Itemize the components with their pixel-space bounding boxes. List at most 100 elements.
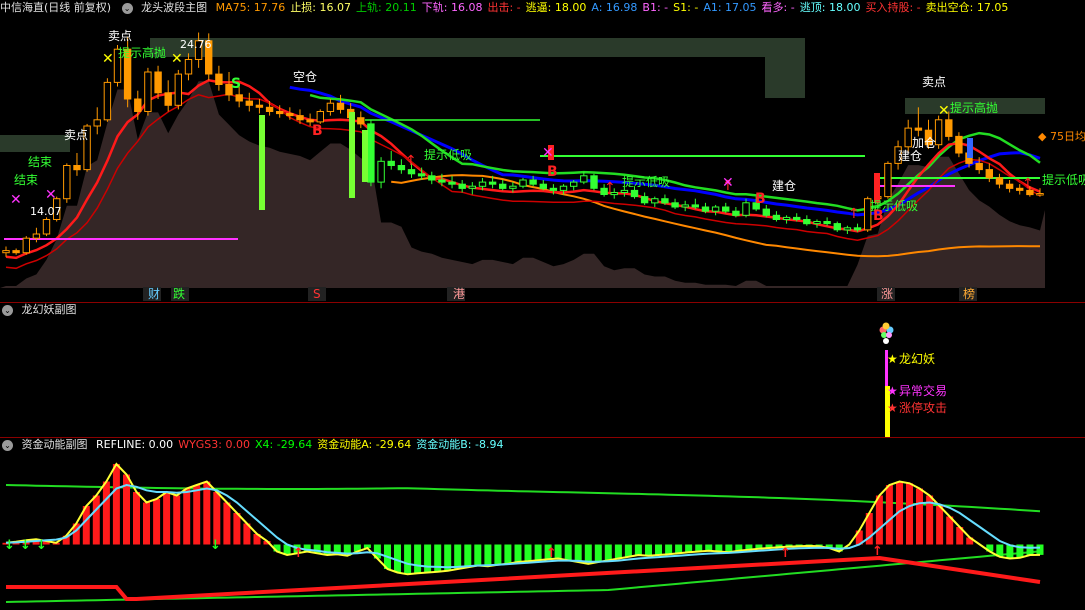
down-arrow-icon: ↓: [4, 538, 15, 553]
up-arrow-icon: ↑: [293, 546, 304, 561]
momentum-bar: [133, 492, 140, 545]
cross-marker-icon: ✕: [542, 145, 554, 161]
candle: [884, 162, 892, 198]
momentum-bar: [645, 544, 652, 556]
momentum-bar: [916, 488, 923, 545]
annotation-end2: 结束: [14, 173, 38, 187]
annotation-hint_low2: 提示低吸: [622, 174, 670, 189]
annotation-sell1: 卖点: [64, 128, 88, 142]
metric-value-8: -: [690, 1, 699, 14]
candle: [499, 183, 507, 189]
metric-value-0: 0.00: [145, 438, 174, 451]
event-tag: 榜: [963, 286, 975, 301]
annotation-build2: 建仓: [772, 179, 796, 193]
candle: [154, 71, 162, 94]
metric-2: 上轨:: [356, 1, 382, 14]
candle: [620, 189, 629, 193]
pressure-line: [6, 555, 1041, 601]
metric-value-4: -8.94: [471, 438, 504, 451]
event-tag: S: [313, 287, 321, 301]
collapse-sub1-icon[interactable]: ⌄: [2, 304, 13, 316]
momentum-bar: [223, 502, 231, 545]
metric-value-2: -29.64: [273, 438, 313, 451]
sub-chart-dragon-panel[interactable]: ⌄ 龙幻妖副图 ★ 龙幻妖 ★ 异常交易 ★ 涨停攻击: [0, 302, 1085, 437]
momentum-bar: [614, 544, 622, 559]
candle: [417, 173, 426, 177]
momentum-bar: [102, 481, 110, 545]
candle: [22, 237, 31, 254]
metric-value-2: 20.11: [381, 1, 417, 14]
momentum-bar: [464, 544, 472, 568]
metric-value-3: 16.08: [447, 1, 483, 14]
candle: [164, 92, 172, 106]
annotation-hint_low4: 提示低吸: [1042, 172, 1085, 187]
candle: [93, 119, 101, 127]
candle: [914, 127, 923, 131]
metric-4: 资金动能B:: [416, 438, 472, 451]
candle: [255, 104, 264, 108]
momentum-bar: [875, 495, 883, 545]
star-icon: ★: [887, 352, 898, 366]
down-arrow-icon: ↓: [20, 538, 31, 553]
momentum-bar: [474, 544, 482, 566]
candle: [286, 113, 294, 117]
sell-marker: S: [231, 76, 241, 92]
candle: [651, 198, 659, 204]
cross-marker-icon: ✕: [938, 103, 950, 119]
metric-6: A:: [591, 1, 603, 14]
momentum-bar: [594, 544, 602, 562]
metric-12: 买入持股:: [865, 1, 914, 14]
buy-marker: B: [873, 208, 884, 224]
collapse-main-icon[interactable]: ⌄: [121, 2, 133, 14]
candle: [681, 204, 689, 208]
sub2-metrics: REFLINE: 0.00 WYGS3: 0.00 X4: -29.64 资金动能A:…: [96, 438, 508, 451]
momentum-bar: [203, 481, 211, 545]
annotation-add: 加仓: [912, 136, 936, 150]
momentum-bar: [92, 495, 100, 545]
metric-13: 卖出空仓:: [925, 1, 974, 14]
sub1-indicator-name[interactable]: 龙幻妖副图: [22, 303, 77, 316]
metric-value-1: 0.00: [222, 438, 250, 451]
limit-up-label: 涨停攻击: [899, 400, 947, 415]
candle: [357, 117, 365, 125]
up-arrow-icon: ↑: [405, 153, 417, 169]
momentum-bar: [514, 544, 522, 562]
candle: [640, 196, 649, 204]
candle: [945, 119, 953, 137]
main-chart-panel[interactable]: 中信海直(日线 前复权) ⌄ 龙头波段主图 MA75: 17.76 止损: 16.…: [0, 0, 1085, 302]
candle: [215, 73, 223, 85]
candle: [904, 127, 912, 148]
annotation-low_price: 14.07: [30, 205, 62, 218]
metric-value-6: 16.98: [602, 1, 638, 14]
annotation-sell3: 卖点: [922, 75, 946, 89]
candle: [559, 185, 568, 191]
sub-chart-fund-panel[interactable]: ⌄ 资金动能副图 REFLINE: 0.00 WYGS3: 0.00 X4: -29…: [0, 437, 1085, 610]
signal-bar: [362, 130, 368, 182]
momentum-bar: [323, 544, 331, 555]
up-arrow-icon: ↑: [1022, 176, 1034, 192]
candle: [458, 183, 466, 189]
candle: [448, 181, 456, 185]
sub2-indicator-name[interactable]: 资金动能副图: [22, 438, 88, 451]
candle: [853, 227, 862, 231]
up-arrow-icon: ↑: [872, 544, 883, 559]
buy-marker: B: [755, 191, 766, 207]
metric-value-4: -: [513, 1, 521, 14]
momentum-bar: [112, 464, 120, 545]
annotation-end1: 结束: [28, 155, 52, 169]
main-chart-svg: 卖点卖点卖点提示高抛提示高抛提示低吸提示低吸提示低吸提示低吸结束结束空仓建仓建仓…: [0, 29, 1085, 301]
candle: [711, 206, 720, 212]
momentum-bar: [564, 544, 572, 561]
candle: [42, 219, 51, 235]
momentum-bar: [1036, 544, 1044, 555]
metric-3: 资金动能A:: [317, 438, 373, 451]
candle: [235, 94, 243, 102]
metric-value-1: 16.07: [316, 1, 352, 14]
candle: [671, 202, 679, 208]
buy-marker: B: [312, 123, 323, 139]
main-indicator-name[interactable]: 龙头波段主图: [141, 1, 207, 14]
collapse-sub2-icon[interactable]: ⌄: [2, 439, 13, 451]
candle: [326, 102, 335, 112]
candle: [732, 210, 740, 216]
metric-4: 出击:: [487, 1, 514, 14]
